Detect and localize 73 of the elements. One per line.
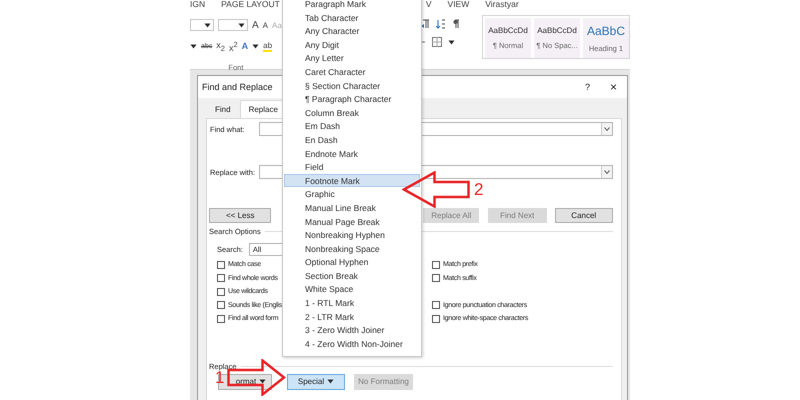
menu-item[interactable]: Manual Page Break (284, 214, 420, 228)
caret-icon (204, 22, 211, 28)
close-button[interactable]: × (610, 80, 617, 94)
menu-item[interactable]: White Space (284, 282, 420, 296)
menu-item[interactable]: Optional Hyphen (284, 255, 420, 269)
menu-item[interactable]: Field (284, 160, 420, 174)
menu-item[interactable]: Nonbreaking Hyphen (284, 228, 420, 242)
menu-item[interactable]: 2 - LTR Mark (284, 310, 420, 324)
checkbox[interactable] (217, 314, 225, 323)
ribbon-tab[interactable]: Virastyar (485, 0, 519, 9)
highlight-button[interactable]: ab (263, 40, 272, 52)
dialog-button[interactable]: Cancel (554, 208, 613, 223)
checkbox[interactable] (217, 260, 225, 269)
caret-icon (448, 40, 455, 44)
pilcrow-icon[interactable] (452, 19, 460, 29)
ribbon-tab[interactable]: VIEW (448, 0, 470, 9)
chevron-down-icon (604, 170, 610, 174)
checkbox[interactable] (217, 301, 225, 310)
help-button[interactable]: ? (584, 82, 590, 92)
menu-item[interactable]: Endnote Mark (284, 146, 420, 160)
annotation-number: 2 (474, 181, 484, 198)
borders-icon[interactable] (432, 37, 442, 47)
dialog-button[interactable]: << Less (209, 208, 272, 223)
checkbox[interactable] (432, 274, 440, 282)
ribbon-tab[interactable]: PAGE LAYOUT (221, 0, 280, 9)
left-arrow-icon (402, 171, 471, 208)
menu-item[interactable]: Nonbreaking Space (284, 242, 420, 256)
rtl-paragraph-icon (420, 19, 430, 29)
dialog-title: Find and Replace (202, 82, 273, 92)
caret-icon (190, 44, 197, 48)
checkbox[interactable] (432, 260, 440, 269)
ribbon-tab[interactable]: IGN (190, 0, 206, 9)
caret-icon (238, 22, 245, 28)
menu-item[interactable]: Graphic (284, 187, 420, 201)
menu-item[interactable]: En Dash (284, 132, 420, 147)
dialog-button[interactable]: Special (287, 374, 345, 390)
menu-item[interactable]: Manual Line Break (284, 200, 420, 214)
style-sample: AaBbCcDd (488, 26, 528, 35)
dialog-tab[interactable]: Find (206, 100, 240, 118)
menu-item[interactable]: Any Character (284, 24, 420, 38)
menu-item[interactable]: 3 - Zero Width Joiner (284, 323, 420, 337)
menu-item[interactable]: 1 - RTL Mark (284, 296, 420, 310)
checkbox[interactable] (432, 301, 440, 310)
caret-icon (259, 379, 266, 384)
menu-item[interactable]: Paragraph Mark (284, 0, 420, 11)
menu-item[interactable]: Caret Character (284, 64, 420, 79)
text-effects-button[interactable]: A (242, 41, 248, 51)
caret-icon (327, 379, 334, 384)
menu-item[interactable]: Any Letter (284, 51, 420, 65)
grow-font-button[interactable]: A (252, 20, 259, 30)
font-size-dropdown[interactable] (218, 19, 248, 31)
checkbox[interactable] (217, 288, 225, 296)
menu-item[interactable]: § Section Character (284, 78, 420, 92)
font-name-dropdown[interactable] (190, 19, 214, 31)
checkbox[interactable] (432, 314, 440, 323)
menu-item[interactable]: ¶ Paragraph Character (284, 92, 420, 106)
subscript-button[interactable]: x$_{2}$ (216, 40, 225, 52)
menu-item[interactable]: Section Break (284, 268, 420, 282)
chevron-down-icon (604, 127, 610, 131)
menu-item[interactable]: Footnote Mark (284, 174, 420, 188)
style-sample: AaBbCcDd (537, 26, 577, 35)
menu-item[interactable]: 4 - Zero Width Non-Joiner (284, 336, 420, 350)
menu-item[interactable]: Tab Character (284, 10, 420, 24)
ribbon-tab[interactable]: V (426, 0, 432, 9)
sort-icon[interactable] (436, 19, 446, 29)
menu-item[interactable]: Any Digit (284, 38, 420, 52)
shrink-font-button[interactable]: A (262, 20, 268, 30)
menu-item[interactable]: Em Dash (284, 119, 420, 133)
menu-item[interactable]: Column Break (284, 106, 420, 120)
checkbox[interactable] (217, 274, 225, 282)
superscript-button[interactable]: x$^{2}$ (228, 40, 238, 52)
style-sample: AaBbC (586, 24, 626, 38)
caret-icon (252, 44, 260, 48)
